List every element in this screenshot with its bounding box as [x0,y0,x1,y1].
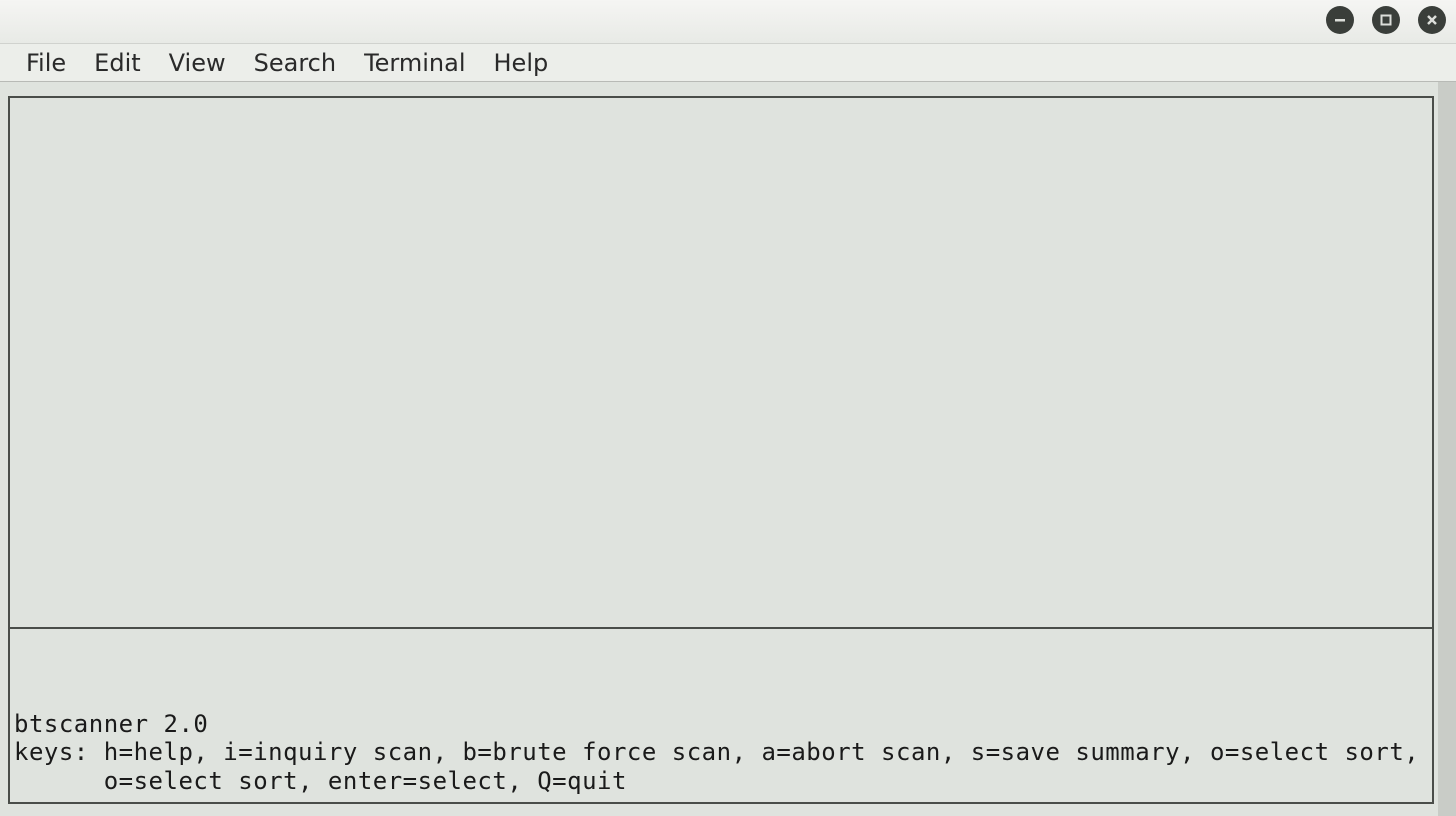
app-version-line: btscanner 2.0 [14,710,1428,739]
close-button[interactable] [1418,6,1446,34]
maximize-icon [1379,13,1393,27]
window-controls [1326,6,1446,34]
titlebar [0,0,1456,44]
terminal-lower-panel: btscanner 2.0 keys: h=help, i=inquiry sc… [8,629,1434,804]
menu-terminal[interactable]: Terminal [350,45,479,81]
terminal-upper-panel [8,96,1434,629]
terminal-area[interactable]: codeby.net btscanner 2.0 keys: h=help, i… [0,82,1456,816]
menu-search[interactable]: Search [240,45,350,81]
scrollbar-track[interactable] [1438,82,1456,816]
menu-view[interactable]: View [155,45,240,81]
menubar: File Edit View Search Terminal Help [0,44,1456,82]
minimize-button[interactable] [1326,6,1354,34]
minimize-icon [1333,13,1347,27]
scrollbar-thumb[interactable] [1438,82,1456,816]
keys-help-line-2: o=select sort, enter=select, Q=quit [14,767,1428,796]
maximize-button[interactable] [1372,6,1400,34]
terminal-content: btscanner 2.0 keys: h=help, i=inquiry sc… [8,96,1434,808]
menu-help[interactable]: Help [480,45,563,81]
keys-help-line-1: keys: h=help, i=inquiry scan, b=brute fo… [14,738,1428,767]
menu-edit[interactable]: Edit [80,45,154,81]
menu-file[interactable]: File [12,45,80,81]
close-icon [1425,13,1439,27]
